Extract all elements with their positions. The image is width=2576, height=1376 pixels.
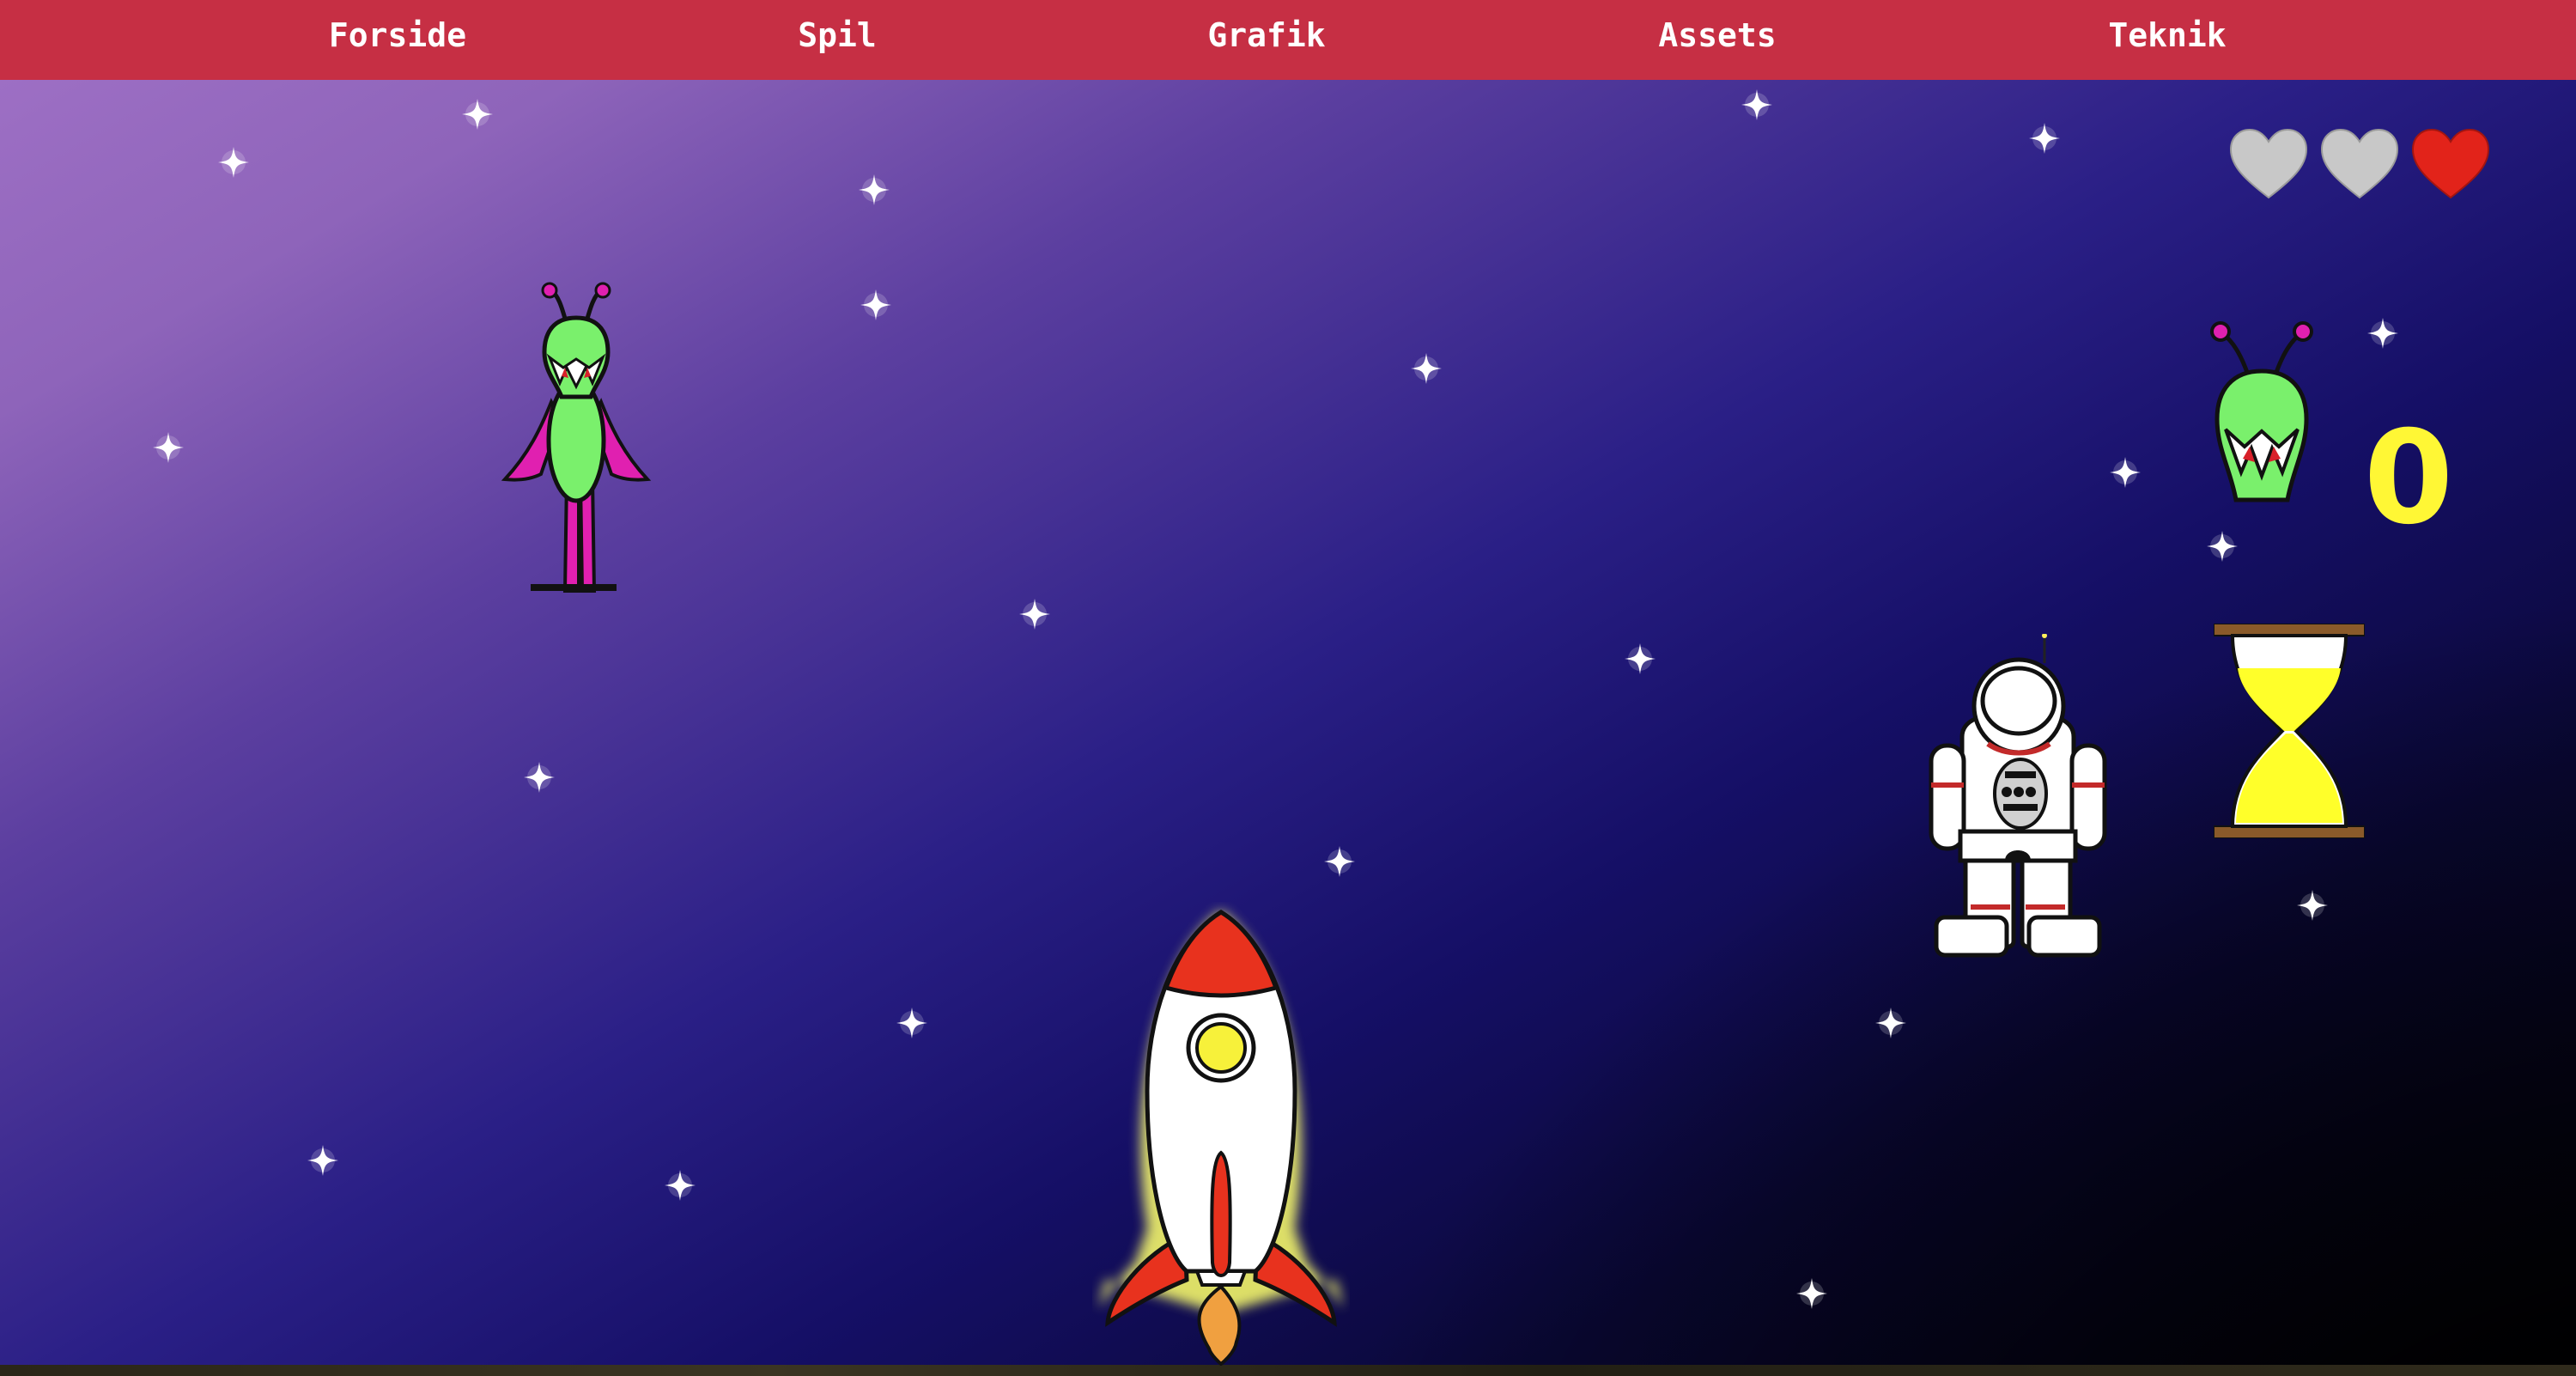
astronaut-sprite [1929, 634, 2107, 958]
star-icon [218, 147, 249, 178]
star-icon [2297, 890, 2328, 921]
lives-hearts [2229, 128, 2490, 199]
star-icon [462, 99, 493, 130]
alien-enemy-sprite [501, 282, 652, 593]
heart-icon [2320, 128, 2399, 199]
star-icon [1625, 643, 1656, 674]
alien-head-icon [2210, 321, 2313, 502]
rocket-player-sprite[interactable] [1092, 902, 1350, 1366]
heart-icon [2229, 128, 2308, 199]
heart-icon [2411, 128, 2490, 199]
star-icon [2110, 457, 2141, 488]
nav-item-spil[interactable]: Spil [798, 0, 877, 70]
star-icon [2029, 123, 2060, 154]
hourglass-icon [2214, 624, 2365, 838]
star-icon [2207, 531, 2238, 562]
star-icon [859, 174, 890, 205]
nav-item-grafik[interactable]: Grafik [1207, 0, 1325, 70]
ground-strip [0, 1365, 2576, 1376]
star-icon [1875, 1008, 1906, 1038]
top-navigation-bar: Forside Spil Grafik Assets Teknik [0, 0, 2576, 80]
star-icon [665, 1170, 696, 1201]
star-icon [1796, 1278, 1827, 1309]
star-icon [1411, 353, 1442, 384]
star-icon [2367, 318, 2398, 349]
star-icon [1741, 89, 1772, 120]
star-icon [1324, 846, 1355, 877]
nav-item-forside[interactable]: Forside [329, 0, 466, 70]
nav-item-teknik[interactable]: Teknik [2108, 0, 2226, 70]
star-icon [307, 1145, 338, 1176]
star-icon [1019, 599, 1050, 630]
star-icon [524, 762, 555, 793]
star-icon [860, 289, 891, 320]
star-icon [153, 432, 184, 463]
star-icon [896, 1008, 927, 1038]
nav-item-assets[interactable]: Assets [1658, 0, 1776, 70]
score-counter: 0 [2363, 404, 2454, 553]
